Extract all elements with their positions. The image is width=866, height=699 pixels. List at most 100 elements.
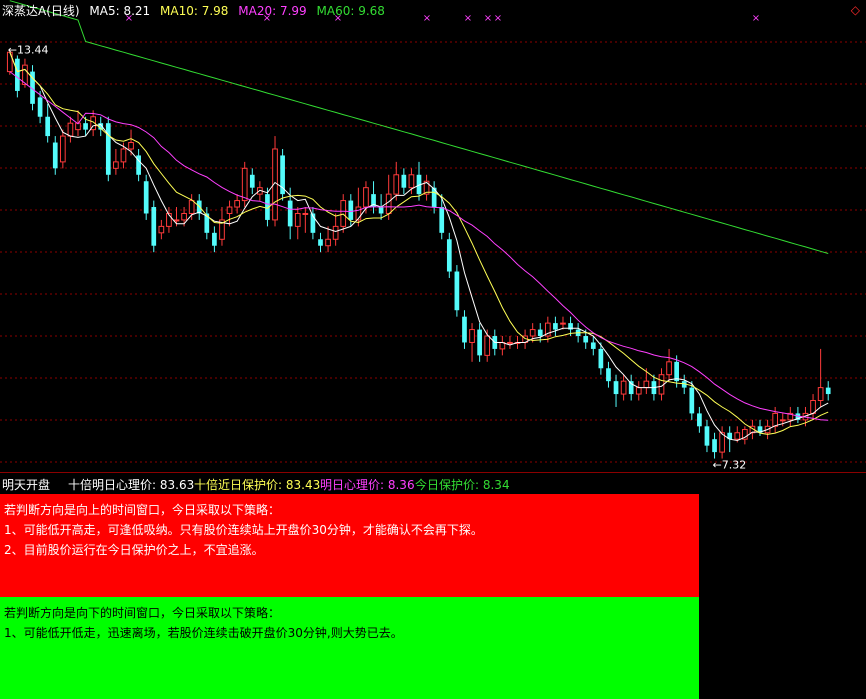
- candle-body: [620, 380, 627, 395]
- candle-body: [59, 135, 66, 163]
- candle-body: [507, 341, 513, 344]
- candle-body: [348, 200, 354, 220]
- candle-body: [325, 238, 331, 247]
- candle-body: [446, 239, 452, 272]
- indicator-info-bar: 明天开盘 十倍明日心理价: 83.63 十倍近日保护价: 83.43 明日心理价…: [0, 476, 866, 494]
- candle-body: [553, 323, 558, 330]
- candle-body: [439, 207, 445, 233]
- side-blank-area: [699, 494, 866, 699]
- candle-body: [318, 239, 323, 246]
- candle-body: [234, 200, 240, 208]
- chart-period: (日线): [46, 4, 80, 18]
- up-strategy-line-1: 1、可能低开高走，可逢低吸纳。只有股价连续站上开盘价30分钟，才能确认不会再下探…: [4, 523, 483, 537]
- stock-name: 深蒸达A: [2, 4, 47, 18]
- candle-body: [378, 207, 384, 214]
- candle-body: [128, 142, 134, 150]
- up-strategy-title: 若判断方向是向上的时间窗口，今日采取以下策略：: [4, 503, 281, 517]
- candle-body: [181, 212, 187, 221]
- price-plot[interactable]: × × × × × × × ×←13.44←7.32: [0, 0, 866, 473]
- candle-body: [583, 336, 589, 343]
- candle-body: [302, 212, 309, 215]
- candle-body: [408, 174, 415, 189]
- candle-body: [613, 381, 619, 395]
- candle-body: [173, 219, 180, 222]
- candle-body: [120, 148, 127, 163]
- candle-body: [462, 316, 467, 343]
- max-price-label: ←13.44: [8, 44, 49, 57]
- down-strategy-line-1: 1、可能低开低走，迅速离场，若股价连续击破开盘价30分钟,则大势已去。: [4, 626, 403, 640]
- ten-x-protect-price: 十倍近日保护价: 83.43: [194, 478, 321, 492]
- candle-body: [484, 335, 491, 356]
- candle-body: [287, 200, 293, 227]
- candle-body: [52, 142, 58, 169]
- candle-body: [143, 181, 149, 214]
- candle-body: [477, 329, 482, 356]
- candle-body: [734, 432, 741, 440]
- candle-body: [825, 387, 831, 395]
- up-strategy-line-2: 2、目前股价运行在今日保护价之上，不宜追涨。: [4, 543, 264, 557]
- candle-body: [712, 439, 717, 453]
- chart-header: 深蒸达A(日线) MA5: 8.21 MA10: 7.98 MA20: 7.99…: [2, 2, 391, 19]
- ma10-value: MA10: 7.98: [160, 4, 229, 18]
- candle-body: [537, 329, 543, 337]
- candle-body: [666, 361, 672, 376]
- candle-body: [606, 368, 611, 382]
- candle-body: [635, 387, 642, 395]
- candle-body: [226, 206, 233, 214]
- top-marker: ×: [494, 13, 502, 24]
- candle-body: [188, 200, 195, 214]
- down-strategy-title: 若判断方向是向下的时间窗口，今日采取以下策略：: [4, 606, 281, 620]
- top-marker: ×: [484, 13, 492, 24]
- psych-price: 明日心理价: 8.36: [320, 478, 415, 492]
- ma20-line: [9, 71, 829, 421]
- candle-body: [454, 271, 460, 311]
- candle-body: [249, 174, 255, 188]
- candle-body: [105, 123, 111, 175]
- candle-body: [385, 193, 392, 214]
- ten-x-psych-price: 十倍明日心理价: 83.63: [68, 478, 195, 492]
- candle-body: [689, 387, 695, 414]
- up-strategy-panel: 若判断方向是向上的时间窗口，今日采取以下策略： 1、可能低开高走，可逢低吸纳。只…: [0, 494, 699, 597]
- candle-body: [560, 322, 566, 325]
- candlestick-chart[interactable]: × × × × × × × × ←13.44 ←7.32 深蒸达A(日线) MA5: 8.21 M…: [0, 0, 866, 473]
- top-marker: ×: [464, 13, 472, 24]
- candle-body: [340, 200, 347, 227]
- down-strategy-panel: 若判断方向是向下的时间窗口，今日采取以下策略： 1、可能低开低走，迅速离场，若股…: [0, 597, 699, 699]
- candle-body: [332, 225, 339, 240]
- top-marker: ×: [423, 13, 431, 24]
- ma60-line: [9, 0, 829, 254]
- candle-body: [590, 342, 596, 349]
- candle-body: [697, 413, 702, 427]
- candle-body: [529, 329, 536, 337]
- ma5-line: [9, 52, 829, 442]
- ma5-value: MA5: 8.21: [89, 4, 151, 18]
- candle-body: [393, 174, 400, 195]
- protect-price: 今日保护价: 8.34: [415, 478, 510, 492]
- ma60-value: MA60: 9.68: [316, 4, 385, 18]
- candle-body: [158, 225, 165, 234]
- min-price-label: ←7.32: [713, 459, 747, 472]
- candle-body: [15, 58, 20, 91]
- tomorrow-open-label: 明天开盘: [2, 478, 51, 492]
- candle-body: [643, 380, 650, 389]
- candle-body: [817, 387, 824, 402]
- candle-body: [113, 161, 119, 169]
- candle-body: [294, 212, 301, 227]
- candle-body: [212, 232, 217, 246]
- candle-body: [83, 123, 88, 130]
- diamond-icon[interactable]: ◇: [851, 3, 860, 17]
- candle-body: [598, 348, 604, 369]
- candle-body: [363, 187, 369, 208]
- ma10-line: [9, 52, 829, 435]
- candle-body: [37, 97, 43, 117]
- candle-body: [241, 167, 248, 202]
- top-marker: ×: [752, 13, 760, 24]
- ma20-value: MA20: 7.99: [238, 4, 307, 18]
- candle-body: [401, 174, 407, 188]
- candle-body: [151, 207, 157, 246]
- candle-body: [772, 412, 779, 427]
- candle-body: [779, 419, 786, 422]
- candle-body: [704, 426, 710, 446]
- candle-body: [469, 329, 475, 343]
- candle-body: [67, 122, 74, 137]
